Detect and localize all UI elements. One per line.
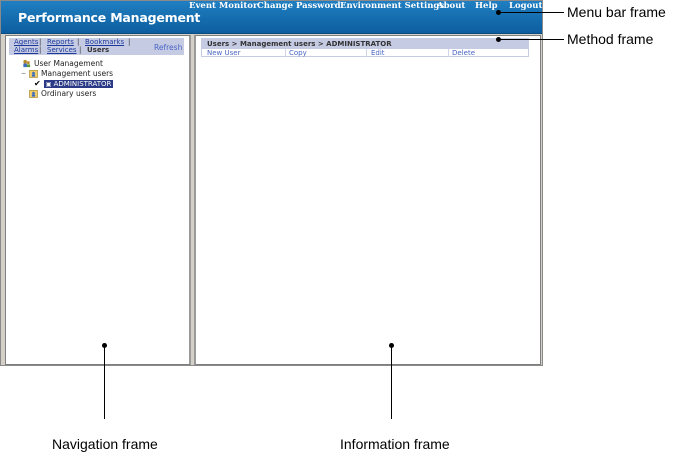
tree-label-ordinary-users: Ordinary users — [41, 89, 97, 98]
users-icon — [23, 59, 31, 68]
delete-button[interactable]: Delete — [452, 49, 475, 57]
menu-bar-callout-line — [500, 12, 564, 13]
tree-label-management-users: Management users — [41, 69, 114, 78]
app-window: Performance Management Event Monitor Cha… — [0, 0, 543, 366]
nav-link-services[interactable]: Services — [47, 46, 77, 54]
tree-item-ordinary-users[interactable]: Ordinary users — [29, 89, 96, 98]
administrator-text: ADMINISTRATOR — [53, 79, 112, 88]
nav-separator: | — [128, 38, 131, 46]
menu-bar-frame: Performance Management Event Monitor Cha… — [1, 1, 542, 34]
collapse-icon[interactable]: − — [21, 70, 26, 77]
copy-button[interactable]: Copy — [289, 49, 307, 57]
edit-button[interactable]: Edit — [371, 49, 385, 57]
app-title: Performance Management — [18, 10, 201, 25]
navigation-frame: Agents | Reports | Bookmarks | Alarms | … — [5, 35, 191, 365]
nav-link-alarms[interactable]: Alarms — [14, 46, 38, 54]
method-divider — [285, 49, 286, 57]
menu-event-monitor[interactable]: Event Monitor — [189, 1, 257, 11]
refresh-link[interactable]: Refresh — [154, 43, 182, 52]
method-frame-label: Method frame — [567, 31, 654, 47]
navigation-callout-line — [104, 346, 105, 419]
nav-current-users: Users — [87, 46, 110, 54]
nav-link-agents[interactable]: Agents — [14, 38, 38, 46]
new-user-button[interactable]: New User — [207, 49, 240, 57]
nav-separator: | — [39, 46, 42, 54]
checkmark-icon: ✔ — [34, 79, 41, 88]
menu-about[interactable]: About — [437, 1, 465, 11]
method-callout-line — [500, 39, 564, 40]
menu-bar-frame-label: Menu bar frame — [567, 4, 666, 20]
menu-logout[interactable]: Logout — [509, 1, 542, 11]
tree-item-user-management[interactable]: User Management — [22, 59, 103, 68]
folder-users-icon — [29, 70, 38, 78]
tree-label-user-management: User Management — [34, 59, 103, 68]
information-callout-line — [391, 346, 392, 419]
nav-separator: | — [39, 38, 42, 46]
method-divider — [448, 49, 449, 57]
user-icon: ▣ — [45, 80, 52, 88]
information-frame-label: Information frame — [340, 436, 450, 452]
nav-link-bookmarks[interactable]: Bookmarks — [85, 38, 124, 46]
tree-label-administrator: ▣ ADMINISTRATOR — [43, 79, 114, 88]
breadcrumb: Users > Management users > ADMINISTRATOR — [202, 39, 528, 49]
menu-environment-settings[interactable]: Environment Settings — [340, 1, 444, 11]
navigation-frame-label: Navigation frame — [52, 436, 158, 452]
tree-item-administrator[interactable]: ✔ ▣ ADMINISTRATOR — [34, 79, 114, 88]
nav-link-reports[interactable]: Reports — [47, 38, 74, 46]
nav-tabs: Agents | Reports | Bookmarks | Alarms | … — [9, 38, 184, 55]
menu-change-password[interactable]: Change Password — [257, 1, 341, 11]
menu-help[interactable]: Help — [475, 1, 498, 11]
nav-separator: | — [79, 46, 82, 54]
method-divider — [366, 49, 367, 57]
folder-users-icon — [29, 90, 38, 98]
method-frame: Users > Management users > ADMINISTRATOR… — [201, 38, 529, 57]
tree-item-management-users[interactable]: − Management users — [21, 69, 113, 78]
information-frame: Users > Management users > ADMINISTRATOR… — [194, 35, 541, 365]
nav-separator: | — [77, 38, 80, 46]
